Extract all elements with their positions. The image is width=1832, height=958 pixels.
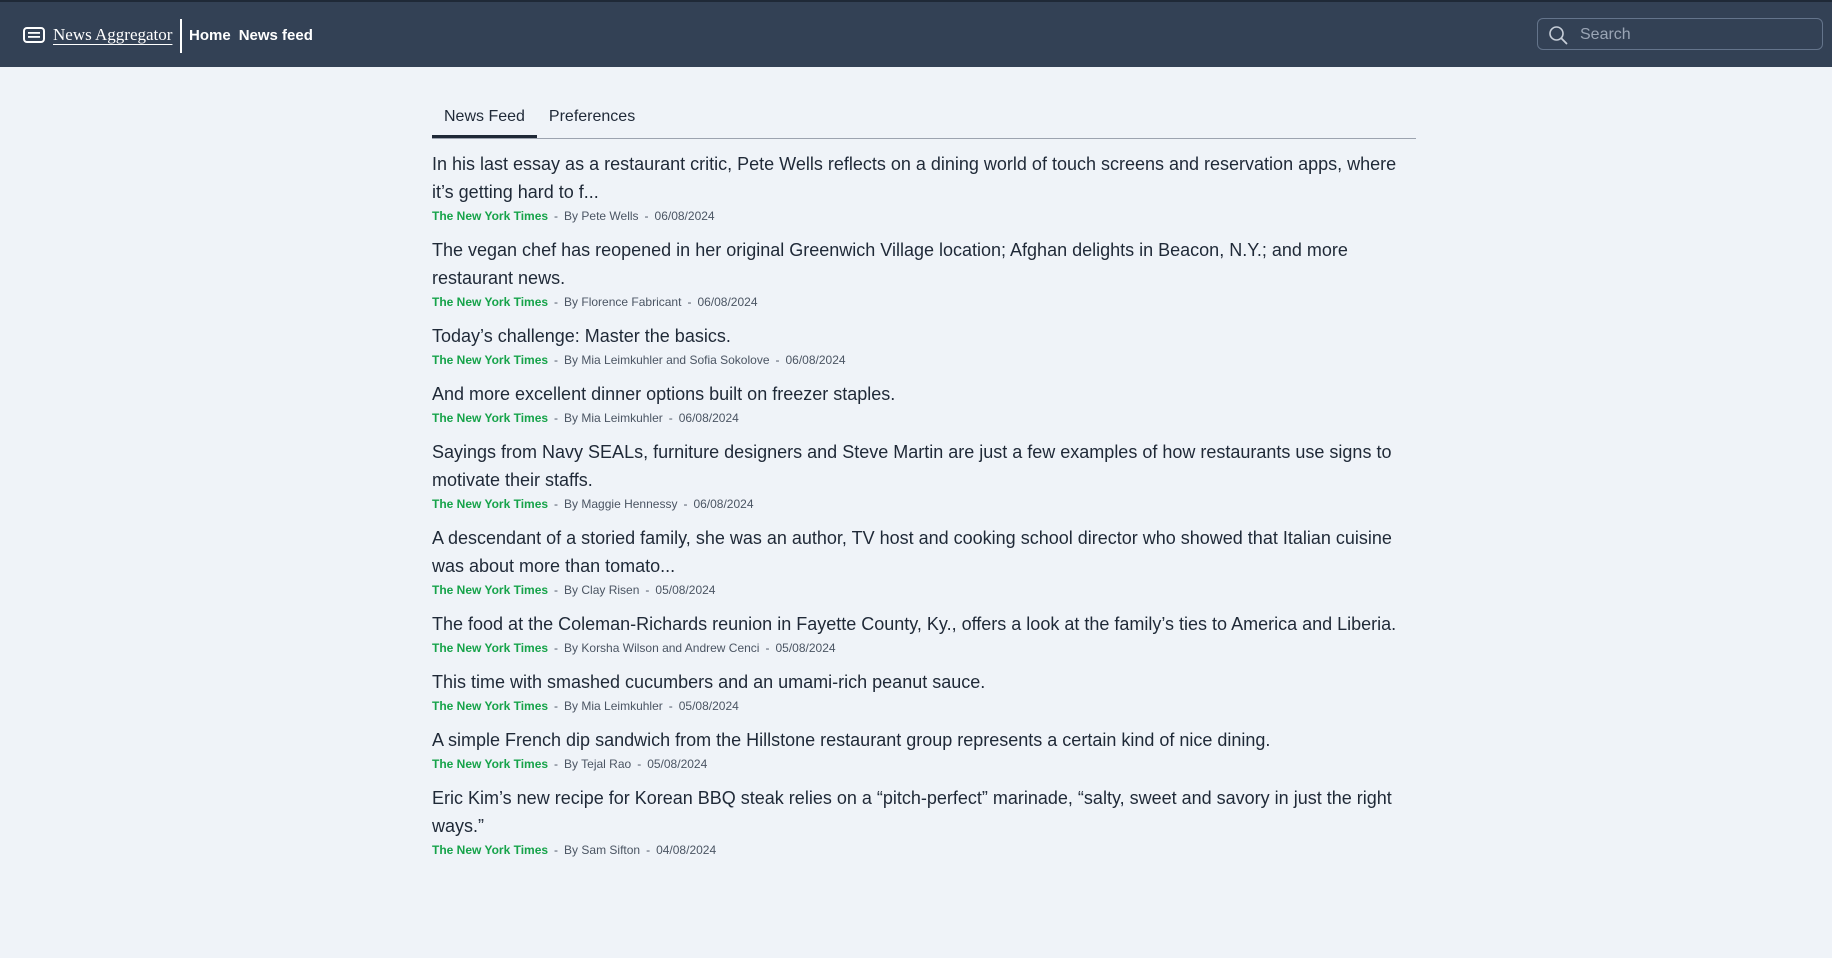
meta-separator: -	[554, 699, 559, 713]
article-meta: The New York Times - By Mia Leimkuhler and…	[432, 352, 1416, 368]
article-headline[interactable]: This time with smashed cucumbers and an …	[432, 668, 1416, 696]
article-author: By Mia Leimkuhler	[564, 411, 663, 425]
meta-separator: -	[554, 295, 559, 309]
news-article: A descendant of a storied family, she wa…	[432, 524, 1416, 598]
article-headline[interactable]: Today’s challenge: Master the basics.	[432, 322, 1416, 350]
article-source: The New York Times	[432, 295, 549, 309]
meta-separator: -	[775, 353, 780, 367]
article-date: 05/08/2024	[655, 583, 716, 597]
tab-preferences[interactable]: Preferences	[537, 104, 647, 134]
meta-separator: -	[554, 209, 559, 223]
article-meta: The New York Times - By Mia Leimkuhler -05/…	[432, 698, 1416, 714]
article-source: The New York Times	[432, 497, 549, 511]
news-article: Today’s challenge: Master the basics. The…	[432, 322, 1416, 368]
article-author: By Clay Risen	[564, 583, 640, 597]
article-date: 06/08/2024	[785, 353, 846, 367]
brand-link[interactable]: News Aggregator	[23, 22, 172, 48]
article-source: The New York Times	[432, 699, 549, 713]
article-author: By Mia Leimkuhler and Sofia Sokolove	[564, 353, 770, 367]
article-meta: The New York Times - By Sam Sifton -04/08/2…	[432, 842, 1416, 858]
article-author: By Mia Leimkuhler	[564, 699, 663, 713]
article-headline[interactable]: A simple French dip sandwich from the Hi…	[432, 726, 1416, 754]
article-headline[interactable]: And more excellent dinner options built …	[432, 380, 1416, 408]
article-meta: The New York Times - By Clay Risen -05/08/2…	[432, 582, 1416, 598]
search-icon	[1549, 26, 1568, 45]
news-article: Eric Kim’s new recipe for Korean BBQ ste…	[432, 784, 1416, 858]
article-author: By Pete Wells	[564, 209, 639, 223]
meta-separator: -	[765, 641, 770, 655]
article-date: 05/08/2024	[678, 699, 739, 713]
search-box	[1537, 18, 1823, 51]
article-headline[interactable]: The food at the Coleman-Richards reunion…	[432, 610, 1416, 638]
meta-separator: -	[554, 583, 559, 597]
nav-link-news-feed[interactable]: News feed	[239, 27, 313, 44]
meta-separator: -	[644, 209, 649, 223]
article-author: By Florence Fabricant	[564, 295, 682, 309]
article-author: By Maggie Hennessy	[564, 497, 678, 511]
news-article: The vegan chef has reopened in her origi…	[432, 236, 1416, 310]
meta-separator: -	[554, 757, 559, 771]
article-meta: The New York Times - By Florence Fabricant…	[432, 294, 1416, 310]
meta-separator: -	[637, 757, 642, 771]
article-source: The New York Times	[432, 411, 549, 425]
main-nav: Home News feed	[189, 27, 313, 44]
meta-separator: -	[687, 295, 692, 309]
news-article: This time with smashed cucumbers and an …	[432, 668, 1416, 714]
meta-separator: -	[554, 641, 559, 655]
meta-separator: -	[554, 353, 559, 367]
article-date: 06/08/2024	[693, 497, 754, 511]
article-author: By Tejal Rao	[564, 757, 632, 771]
article-source: The New York Times	[432, 209, 549, 223]
meta-separator: -	[683, 497, 688, 511]
article-date: 05/08/2024	[647, 757, 708, 771]
article-headline[interactable]: A descendant of a storied family, she wa…	[432, 524, 1416, 580]
brand-label: News Aggregator	[53, 25, 173, 44]
article-source: The New York Times	[432, 583, 549, 597]
article-date: 06/08/2024	[678, 411, 739, 425]
meta-separator: -	[554, 497, 559, 511]
article-date: 06/08/2024	[697, 295, 758, 309]
article-author: By Sam Sifton	[564, 843, 641, 857]
article-source: The New York Times	[432, 843, 549, 857]
meta-separator: -	[554, 843, 559, 857]
article-headline[interactable]: Eric Kim’s new recipe for Korean BBQ ste…	[432, 784, 1416, 840]
article-date: 04/08/2024	[656, 843, 717, 857]
article-meta: The New York Times - By Mia Leimkuhler -06/…	[432, 410, 1416, 426]
news-article: Sayings from Navy SEALs, furniture desig…	[432, 438, 1416, 512]
article-date: 05/08/2024	[775, 641, 836, 655]
news-feed-list: In his last essay as a restaurant critic…	[432, 150, 1416, 870]
article-date: 06/08/2024	[654, 209, 715, 223]
tab-news-feed[interactable]: News Feed	[432, 104, 537, 138]
article-headline[interactable]: Sayings from Navy SEALs, furniture desig…	[432, 438, 1416, 494]
article-source: The New York Times	[432, 757, 549, 771]
news-article: A simple French dip sandwich from the Hi…	[432, 726, 1416, 772]
meta-separator: -	[668, 411, 673, 425]
meta-separator: -	[645, 583, 650, 597]
brand-divider	[180, 19, 182, 53]
tab-bar: News Feed Preferences	[432, 104, 1416, 139]
article-author: By Korsha Wilson and Andrew Cenci	[564, 641, 760, 655]
article-meta: The New York Times - By Korsha Wilson and …	[432, 640, 1416, 656]
news-article: The food at the Coleman-Richards reunion…	[432, 610, 1416, 656]
top-navigation-bar: News Aggregator Home News feed	[0, 0, 1832, 67]
news-article: And more excellent dinner options built …	[432, 380, 1416, 426]
meta-separator: -	[668, 699, 673, 713]
article-source: The New York Times	[432, 641, 549, 655]
nav-link-home[interactable]: Home	[189, 27, 231, 44]
article-source: The New York Times	[432, 353, 549, 367]
article-meta: The New York Times - By Maggie Hennessy -06…	[432, 496, 1416, 512]
meta-separator: -	[554, 411, 559, 425]
news-article: In his last essay as a restaurant critic…	[432, 150, 1416, 224]
article-meta: The New York Times - By Tejal Rao -05/08/20…	[432, 756, 1416, 772]
meta-separator: -	[646, 843, 651, 857]
article-headline[interactable]: The vegan chef has reopened in her origi…	[432, 236, 1416, 292]
article-meta: The New York Times - By Pete Wells -06/08/2…	[432, 208, 1416, 224]
article-headline[interactable]: In his last essay as a restaurant critic…	[432, 150, 1416, 206]
search-input[interactable]	[1578, 19, 1822, 51]
newspaper-icon	[23, 27, 45, 43]
